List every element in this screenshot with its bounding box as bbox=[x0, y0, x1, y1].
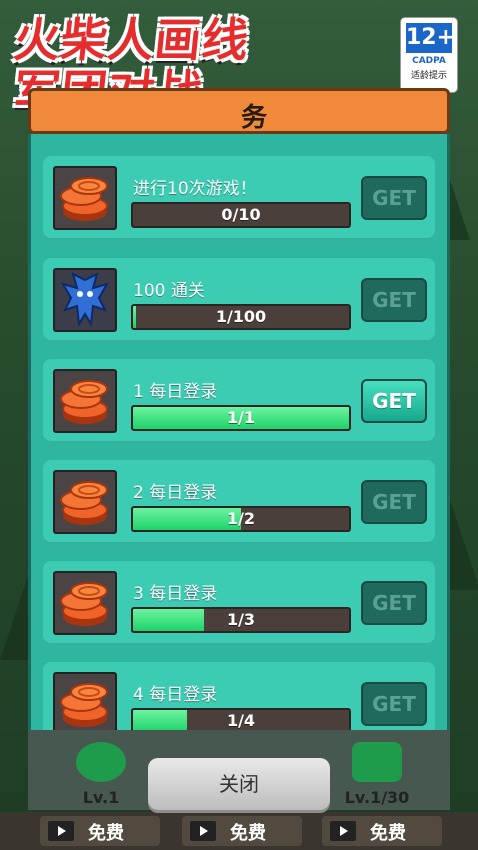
task-progress-bar: 1/2 bbox=[131, 506, 351, 532]
task-progress-bar: 1/4 bbox=[131, 708, 351, 730]
task-progress-text: 0/10 bbox=[221, 205, 261, 224]
task-progress-bar: 1/100 bbox=[131, 304, 351, 330]
get-reward-button[interactable]: GET bbox=[361, 682, 427, 726]
task-row: 2 每日登录 1/2 GET bbox=[43, 460, 435, 545]
age-rating: 12+ bbox=[406, 23, 455, 53]
upgrade-level: Lv.1 bbox=[82, 788, 120, 807]
panel-title: 务 bbox=[241, 103, 268, 133]
coins-icon bbox=[53, 672, 117, 730]
task-label: 2 每日登录 bbox=[133, 483, 218, 503]
task-progress-bar: 1/3 bbox=[131, 607, 351, 633]
free-button-middle[interactable]: 免费 bbox=[182, 816, 302, 846]
rating-org: CADPA bbox=[412, 56, 446, 66]
coins-icon bbox=[53, 166, 117, 230]
free-button-left[interactable]: 免费 bbox=[40, 816, 160, 846]
task-label: 1 每日登录 bbox=[133, 382, 218, 402]
task-row: 3 每日登录 1/3 GET bbox=[43, 561, 435, 646]
video-play-icon bbox=[330, 821, 356, 841]
free-label: 免费 bbox=[370, 823, 406, 844]
task-row: 4 每日登录 1/4 GET bbox=[43, 662, 435, 730]
task-row: 进行10次游戏！ 0/10 GET bbox=[43, 156, 435, 241]
coins-icon bbox=[53, 470, 117, 534]
logo-line-1: 火柴人画线 bbox=[11, 13, 252, 67]
creature-icon bbox=[352, 742, 402, 782]
task-progress-text: 1/3 bbox=[226, 610, 256, 629]
task-label: 3 每日登录 bbox=[133, 584, 218, 604]
paint-splat-icon bbox=[76, 742, 126, 782]
coins-icon bbox=[53, 369, 117, 433]
task-progress-text: 1/1 bbox=[226, 408, 256, 427]
upgrade-slot-right[interactable]: Lv.1/30 bbox=[312, 730, 442, 810]
task-progress-bar: 1/1 bbox=[131, 405, 351, 431]
task-label: 100 通关 bbox=[133, 281, 205, 301]
task-panel-header: 务 bbox=[28, 88, 450, 134]
task-progress-bar: 0/10 bbox=[131, 202, 351, 228]
task-label: 4 每日登录 bbox=[133, 685, 218, 705]
rating-hint: 适龄提示 bbox=[410, 71, 447, 81]
task-row: 1 每日登录 1/1 GET bbox=[43, 359, 435, 444]
free-label: 免费 bbox=[88, 823, 124, 844]
coins-icon bbox=[53, 571, 117, 635]
upgrade-slot-left[interactable]: Lv.1 bbox=[36, 730, 166, 810]
get-reward-button[interactable]: GET bbox=[361, 379, 427, 423]
task-label: 进行10次游戏！ bbox=[133, 179, 257, 199]
task-progress-text: 1/2 bbox=[226, 509, 256, 528]
monster-avatar-icon bbox=[53, 268, 117, 332]
get-reward-button[interactable]: GET bbox=[361, 480, 427, 524]
get-reward-button[interactable]: GET bbox=[361, 176, 427, 220]
close-button[interactable]: 关闭 bbox=[148, 758, 330, 810]
task-panel[interactable]: 进行10次游戏！ 0/10 GET 100 通关 1/100 GET 1 每日登录 1/1 GE… bbox=[28, 134, 450, 730]
free-button-right[interactable]: 免费 bbox=[322, 816, 442, 846]
task-progress-text: 1/4 bbox=[226, 711, 256, 730]
get-reward-button[interactable]: GET bbox=[361, 581, 427, 625]
upgrade-level: Lv.1/30 bbox=[344, 788, 410, 807]
age-rating-badge: 12+ CADPA 适龄提示 bbox=[401, 18, 457, 92]
task-progress-text: 1/100 bbox=[215, 307, 267, 326]
get-reward-button[interactable]: GET bbox=[361, 278, 427, 322]
task-row: 100 通关 1/100 GET bbox=[43, 258, 435, 343]
video-play-icon bbox=[48, 821, 74, 841]
free-label: 免费 bbox=[230, 823, 266, 844]
video-play-icon bbox=[190, 821, 216, 841]
